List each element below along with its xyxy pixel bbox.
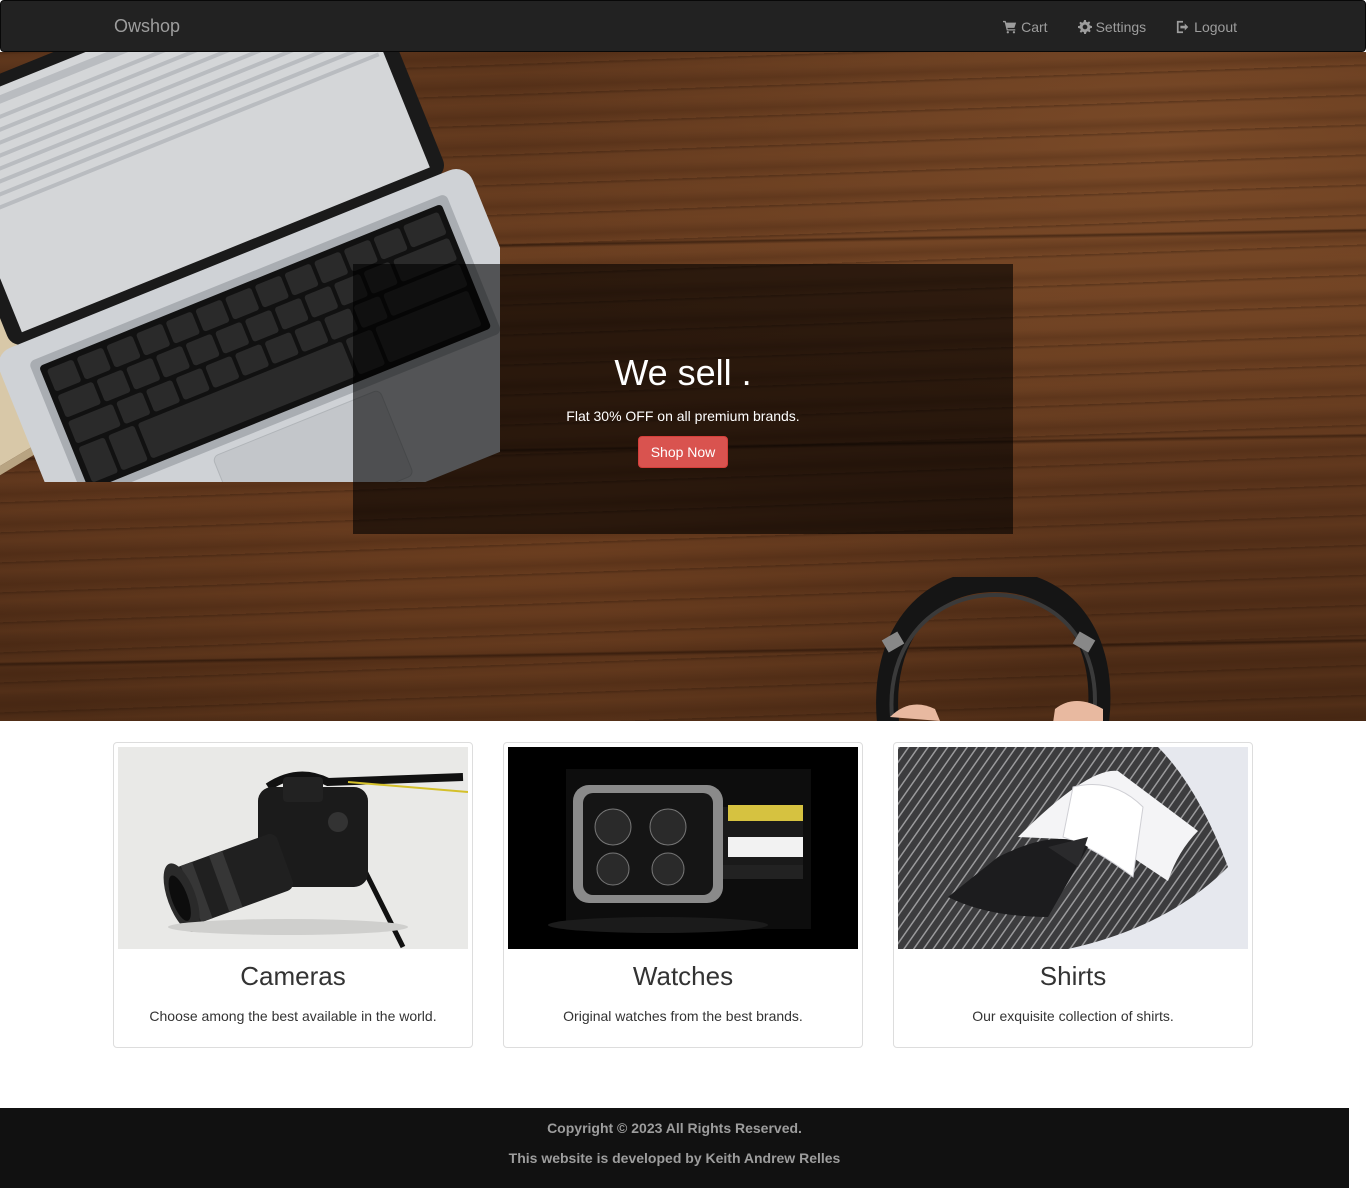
nav-logout-link[interactable]: Logout bbox=[1176, 19, 1237, 35]
card-title: Watches bbox=[632, 961, 734, 991]
category-card-cameras[interactable]: Cameras Choose among the best available … bbox=[113, 742, 473, 1048]
top-navbar: Owshop Cart Settings Logout bbox=[0, 0, 1366, 52]
hero-banner: We sell . Flat 30% OFF on all premium br… bbox=[0, 52, 1366, 721]
brand-link[interactable]: Owshop bbox=[114, 16, 180, 37]
shirt-image bbox=[898, 747, 1248, 949]
card-title: Shirts bbox=[1039, 961, 1107, 991]
card-text: Choose among the best available in the w… bbox=[149, 1008, 437, 1024]
hero-title: We sell . bbox=[614, 352, 752, 393]
page-footer: Copyright © 2023 All Rights Reserved. Th… bbox=[0, 1108, 1349, 1188]
hero-subtitle: Flat 30% OFF on all premium brands. bbox=[566, 408, 800, 424]
camera-image bbox=[118, 747, 468, 949]
nav-cart-label: Cart bbox=[1021, 19, 1048, 35]
footer-credit: This website is developed by Keith Andre… bbox=[508, 1150, 841, 1166]
cart-icon bbox=[1003, 20, 1017, 34]
category-card-watches[interactable]: Watches Original watches from the best b… bbox=[503, 742, 863, 1048]
nav-links: Cart Settings Logout bbox=[973, 1, 1237, 53]
nav-cart-link[interactable]: Cart bbox=[1003, 19, 1048, 35]
card-title: Cameras bbox=[240, 961, 346, 991]
card-text: Our exquisite collection of shirts. bbox=[972, 1008, 1174, 1024]
headphones-image bbox=[876, 577, 1111, 721]
card-text: Original watches from the best brands. bbox=[563, 1008, 803, 1024]
nav-logout-label: Logout bbox=[1194, 19, 1237, 35]
category-card-shirts[interactable]: Shirts Our exquisite collection of shirt… bbox=[893, 742, 1253, 1048]
shop-now-button[interactable]: Shop Now bbox=[637, 436, 729, 468]
nav-settings-label: Settings bbox=[1095, 19, 1147, 35]
watch-image bbox=[508, 747, 858, 949]
gear-icon bbox=[1077, 20, 1092, 34]
logout-icon bbox=[1177, 20, 1189, 34]
nav-settings-link[interactable]: Settings bbox=[1077, 19, 1147, 35]
footer-copyright: Copyright © 2023 All Rights Reserved. bbox=[547, 1120, 802, 1136]
hero-overlay: We sell . Flat 30% OFF on all premium br… bbox=[353, 264, 1013, 534]
